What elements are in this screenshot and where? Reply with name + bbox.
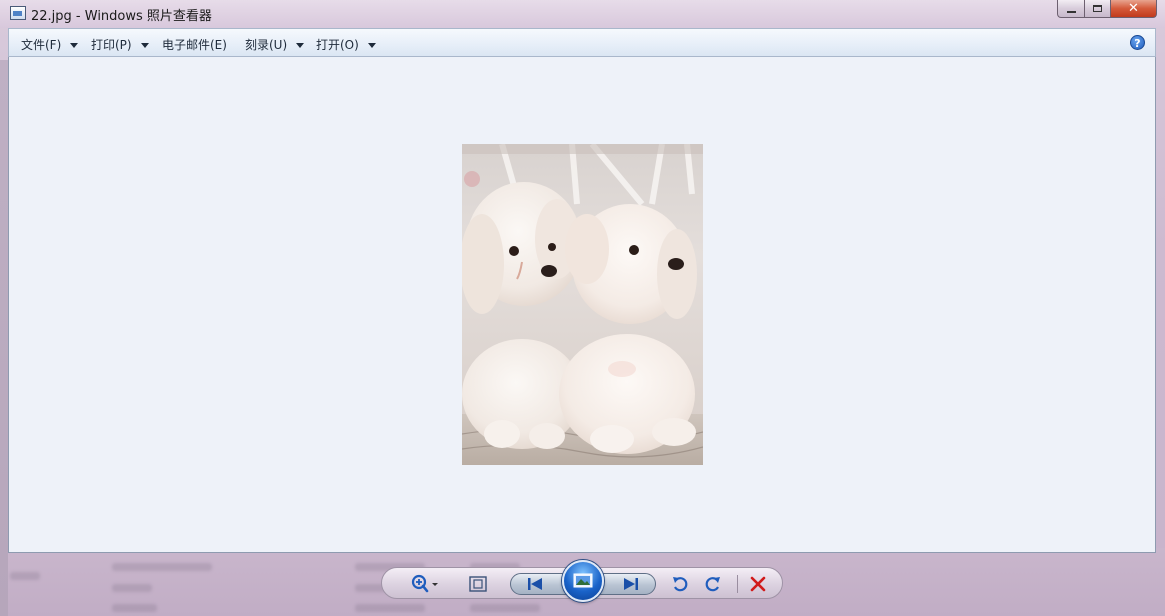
next-button[interactable] <box>618 574 644 594</box>
menu-burn-label: 刻录(U) <box>245 38 288 52</box>
menu-bar: 文件(F) 打印(P) 电子邮件(E) 刻录(U) 打开(O) ? <box>8 28 1156 57</box>
title-bar[interactable]: 22.jpg - Windows 照片查看器 ✕ <box>0 0 1165 28</box>
slideshow-button[interactable] <box>562 560 604 602</box>
chevron-down-icon <box>140 42 149 48</box>
minimize-button[interactable] <box>1057 0 1085 18</box>
next-icon <box>624 578 638 590</box>
rotate-counterclockwise-icon <box>673 577 688 592</box>
rotate-clockwise-icon <box>705 577 720 592</box>
delete-button[interactable] <box>746 573 770 595</box>
close-icon: ✕ <box>1128 1 1139 16</box>
close-button[interactable]: ✕ <box>1111 0 1157 18</box>
menu-email-label: 电子邮件(E) <box>162 38 227 52</box>
slideshow-icon <box>573 573 593 588</box>
previous-icon <box>528 578 542 590</box>
photo-viewer-icon <box>10 6 26 20</box>
image-viewing-area[interactable] <box>8 57 1156 553</box>
chevron-down-icon <box>296 42 305 48</box>
actual-size-icon <box>469 576 487 592</box>
maximize-icon <box>1093 5 1102 12</box>
rotate-clockwise-button[interactable] <box>701 573 725 595</box>
menu-print[interactable]: 打印(P) <box>91 36 149 53</box>
minimize-icon <box>1066 10 1076 13</box>
delete-icon <box>750 576 766 592</box>
menu-file-label: 文件(F) <box>21 38 62 52</box>
menu-email[interactable]: 电子邮件(E) <box>162 36 227 53</box>
zoom-button[interactable] <box>408 573 442 595</box>
maximize-button[interactable] <box>1085 0 1111 18</box>
chevron-down-icon <box>70 42 79 48</box>
photo-viewer-window: 22.jpg - Windows 照片查看器 ✕ 文件(F) 打印(P) 电子邮… <box>0 0 1165 602</box>
actual-size-button[interactable] <box>466 574 490 594</box>
menu-file[interactable]: 文件(F) <box>21 36 79 53</box>
previous-button[interactable] <box>522 574 548 594</box>
caption-buttons: ✕ <box>1057 0 1157 19</box>
window-title: 22.jpg - Windows 照片查看器 <box>31 9 212 24</box>
puppies-image <box>462 144 703 465</box>
photo-puppies <box>462 144 703 465</box>
chevron-down-icon <box>367 42 376 48</box>
menu-print-label: 打印(P) <box>91 38 132 52</box>
control-bar <box>381 560 783 602</box>
toolbar-divider <box>737 575 738 593</box>
help-button[interactable]: ? <box>1130 35 1145 50</box>
zoom-icon <box>411 574 438 593</box>
menu-open-label: 打开(O) <box>316 38 359 52</box>
menu-open[interactable]: 打开(O) <box>316 36 376 53</box>
rotate-counterclockwise-button[interactable] <box>668 573 692 595</box>
menu-burn[interactable]: 刻录(U) <box>245 36 305 53</box>
